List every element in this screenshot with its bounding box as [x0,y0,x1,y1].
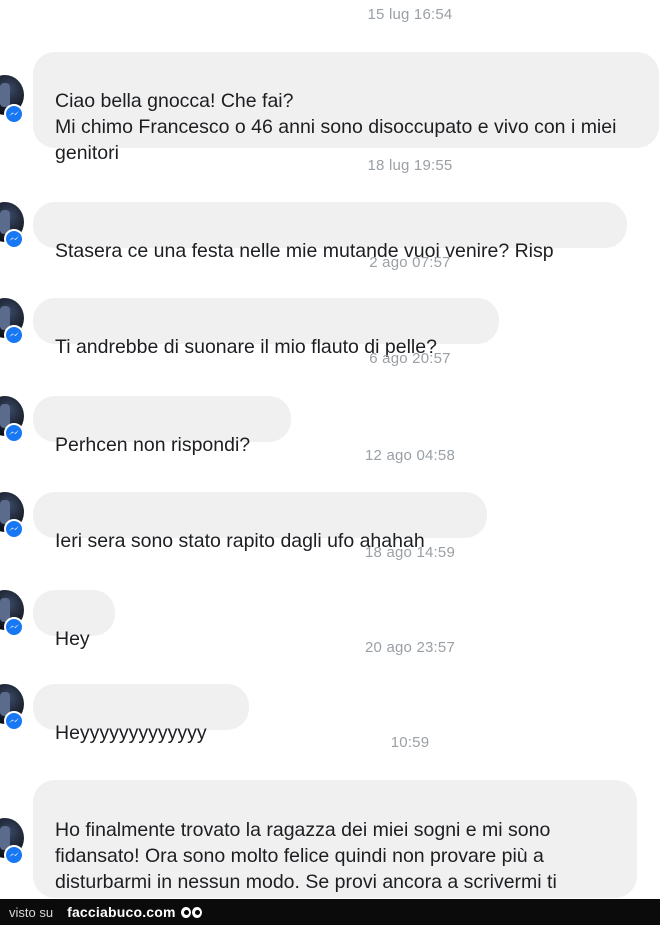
messenger-icon [4,104,24,124]
eyes-logo-icon [180,906,202,918]
footer-brand: facciabuco.com [67,904,176,920]
message-bubble[interactable]: Ti andrebbe di suonare il mio flauto di … [33,298,499,358]
message-bubble[interactable]: Ciao bella gnocca! Che fai? Mi chimo Fra… [33,52,659,164]
message-bubble[interactable]: Heyyyyyyyyyyyyy [33,684,249,744]
timestamp: 12 ago 04:58 [365,447,455,464]
timestamp: 6 ago 20:57 [369,350,451,367]
messenger-icon [4,617,24,637]
messenger-icon [4,711,24,731]
messenger-icon [4,519,24,539]
timestamp: 10:59 [390,734,430,751]
messenger-icon [4,845,24,865]
timestamp: 2 ago 07:57 [369,254,451,271]
footer-prefix: visto su [9,904,54,920]
message-bubble[interactable]: Stasera ce una festa nelle mie mutande v… [33,202,627,262]
message-text: Ciao bella gnocca! Che fai? Mi chimo Fra… [55,90,617,164]
timestamp: 15 lug 16:54 [367,6,453,23]
timestamp: 20 ago 23:57 [365,639,455,656]
message-bubble[interactable]: Hey [33,590,115,650]
timestamp: 18 ago 14:59 [365,544,455,561]
watermark-footer: visto su facciabuco.com [0,899,660,925]
messenger-icon [4,325,24,345]
timestamp: 18 lug 19:55 [367,157,453,174]
message-bubble[interactable]: Ho finalmente trovato la ragazza dei mie… [33,780,637,919]
messenger-icon [4,423,24,443]
message-bubble[interactable]: Perhcen non rispondi? [33,396,291,456]
message-bubble[interactable]: Ieri sera sono stato rapito dagli ufo ah… [33,492,487,552]
messenger-icon [4,229,24,249]
